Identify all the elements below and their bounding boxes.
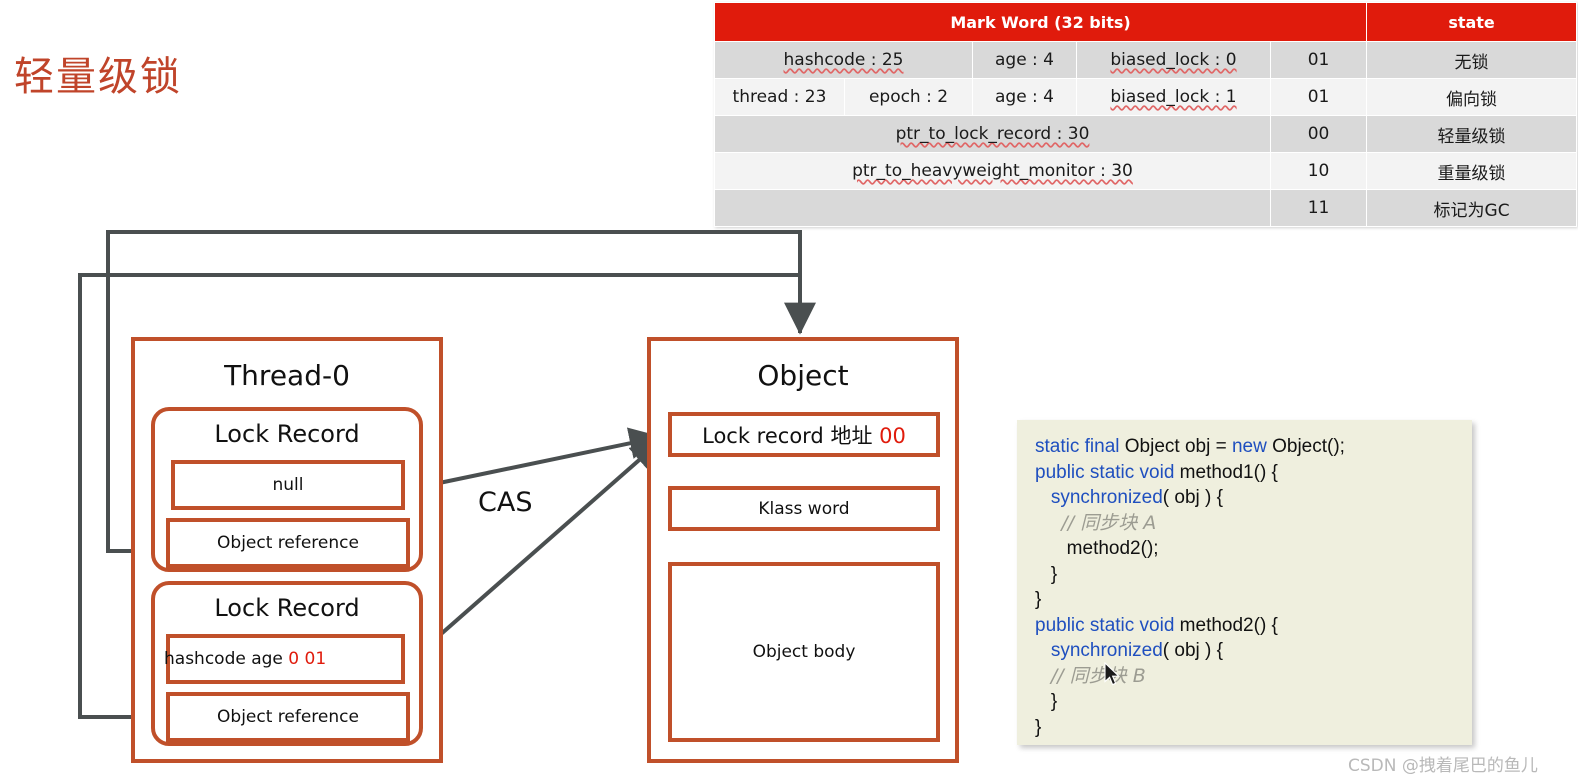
code-line: // 同步块 B xyxy=(1035,664,1454,690)
lock-record-2-mark-plain: hashcode age xyxy=(164,649,288,669)
cell-empty xyxy=(715,190,1271,227)
code-line: public static void method1() { xyxy=(1035,460,1454,486)
cell-thread: thread : 23 xyxy=(715,79,845,116)
lock-record-2-object-reference: Object reference xyxy=(166,692,410,742)
cell-bits: 11 xyxy=(1271,190,1367,227)
cas-arrow-bidirectional xyxy=(420,437,660,487)
cell-state: 偏向锁 xyxy=(1367,79,1577,116)
cell-ptr-heavyweight-monitor: ptr_to_heavyweight_monitor : 30 xyxy=(715,153,1271,190)
table-row: 11 标记为GC xyxy=(715,190,1577,227)
code-line: } xyxy=(1035,715,1454,741)
cas-label: CAS xyxy=(478,487,532,518)
cell-state: 无锁 xyxy=(1367,42,1577,79)
cell-state: 重量级锁 xyxy=(1367,153,1577,190)
cell-bits: 01 xyxy=(1271,42,1367,79)
table-row: thread : 23 epoch : 2 age : 4 biased_loc… xyxy=(715,79,1577,116)
cell-state: 标记为GC xyxy=(1367,190,1577,227)
header-mark-word: Mark Word (32 bits) xyxy=(715,3,1367,42)
code-line: static final Object obj = new Object(); xyxy=(1035,434,1454,460)
code-line: public static void method2() { xyxy=(1035,613,1454,639)
thread-box-title: Thread-0 xyxy=(135,359,439,392)
cell-bits: 10 xyxy=(1271,153,1367,190)
code-line: // 同步块 A xyxy=(1035,511,1454,537)
object-box-title: Object xyxy=(651,359,955,392)
lock-record-2-mark-red: 0 01 xyxy=(288,649,326,669)
cell-hashcode: hashcode : 25 xyxy=(715,42,973,79)
cell-biased-lock: biased_lock : 0 xyxy=(1077,42,1271,79)
object-mark-word-plain: Lock record 地址 xyxy=(702,424,879,448)
code-line: synchronized( obj ) { xyxy=(1035,485,1454,511)
cell-state: 轻量级锁 xyxy=(1367,116,1577,153)
object-mark-word-slot: Lock record 地址 00 xyxy=(668,412,940,457)
code-line: synchronized( obj ) { xyxy=(1035,638,1454,664)
table-row: ptr_to_heavyweight_monitor : 30 10 重量级锁 xyxy=(715,153,1577,190)
lock-record-2-title: Lock Record xyxy=(155,594,419,622)
code-line: } xyxy=(1035,689,1454,715)
lock-record-2-mark-slot: hashcode age 0 01 xyxy=(166,634,405,684)
table-row: ptr_to_lock_record : 30 00 轻量级锁 xyxy=(715,116,1577,153)
lock-record-1-object-reference: Object reference xyxy=(166,518,410,568)
cell-bits: 01 xyxy=(1271,79,1367,116)
cell-epoch: epoch : 2 xyxy=(845,79,973,116)
object-klass-word-slot: Klass word xyxy=(668,486,940,531)
code-line: } xyxy=(1035,562,1454,588)
table-header-row: Mark Word (32 bits) state xyxy=(715,3,1577,42)
table-row: hashcode : 25 age : 4 biased_lock : 0 01… xyxy=(715,42,1577,79)
mouse-cursor-icon xyxy=(1104,662,1122,688)
object-mark-word-red: 00 xyxy=(879,424,906,448)
csdn-watermark: CSDN @拽着尾巴的鱼儿 xyxy=(1348,751,1538,776)
cell-ptr-lock-record: ptr_to_lock_record : 30 xyxy=(715,116,1271,153)
header-state: state xyxy=(1367,3,1577,42)
cell-bits: 00 xyxy=(1271,116,1367,153)
lock-record-1-mark-slot: null xyxy=(171,460,405,510)
lock-record-1-title: Lock Record xyxy=(155,420,419,448)
cell-biased-lock: biased_lock : 1 xyxy=(1077,79,1271,116)
mark-word-table: Mark Word (32 bits) state hashcode : 25 … xyxy=(714,2,1577,227)
code-line: } xyxy=(1035,587,1454,613)
object-body-slot: Object body xyxy=(668,562,940,742)
cell-age: age : 4 xyxy=(973,79,1077,116)
code-line: method2(); xyxy=(1035,536,1454,562)
code-panel: static final Object obj = new Object(); … xyxy=(1017,420,1472,745)
cas-arrow-hashcode xyxy=(416,440,662,656)
cell-age: age : 4 xyxy=(973,42,1077,79)
page-title: 轻量级锁 xyxy=(14,44,182,102)
